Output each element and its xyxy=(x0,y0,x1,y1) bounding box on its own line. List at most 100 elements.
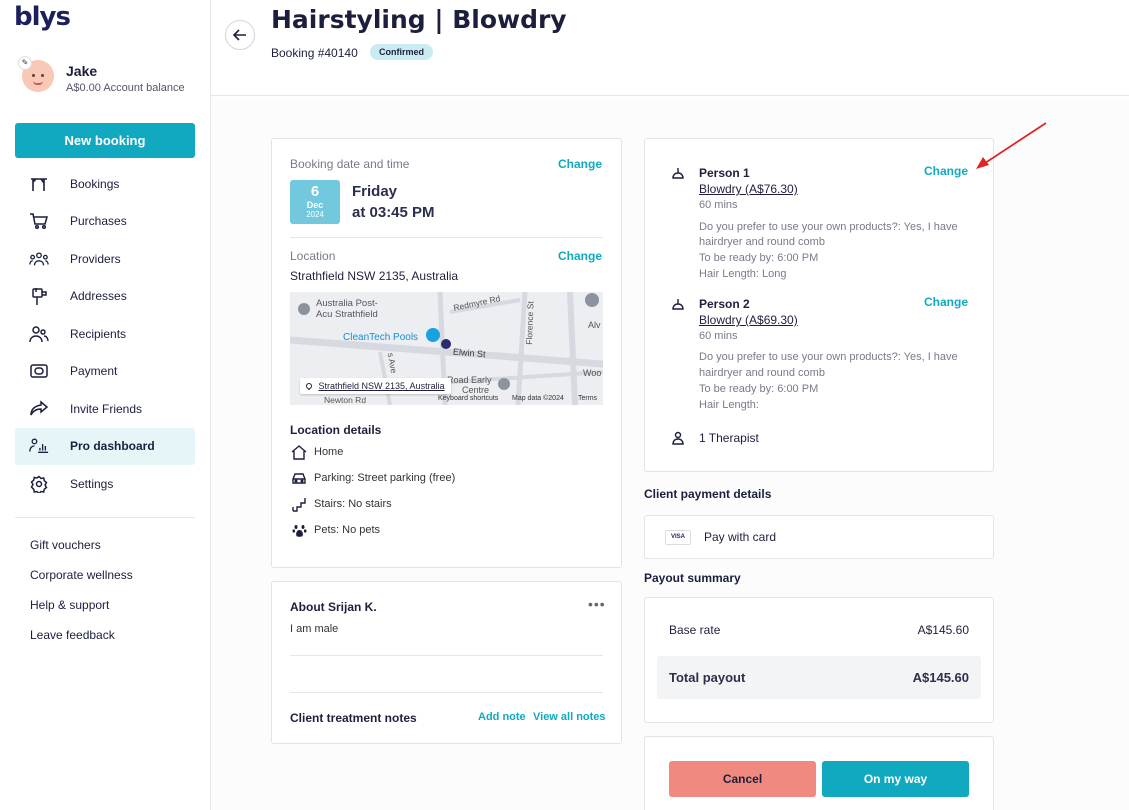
on-my-way-button[interactable]: On my way xyxy=(822,761,969,797)
map-label: Acu Strathfield xyxy=(316,309,378,320)
client-payment-title: Client payment details xyxy=(644,487,772,501)
sidebar-item-label: Bookings xyxy=(70,176,120,191)
card-divider xyxy=(290,692,603,693)
sidebar-item-purchases[interactable]: Purchases xyxy=(15,203,195,241)
sidebar-item-providers[interactable]: Providers xyxy=(15,240,195,278)
pencil-icon[interactable]: ✎ xyxy=(18,56,32,70)
view-all-notes-link[interactable]: View all notes xyxy=(533,711,606,723)
location-detail-text: Parking: Street parking (free) xyxy=(314,472,456,484)
total-payout-value: A$145.60 xyxy=(912,670,969,685)
sidebar-item-label: Payment xyxy=(70,364,118,379)
sidebar-item-pro-dashboard[interactable]: Pro dashboard xyxy=(15,427,195,465)
location-detail-text: Home xyxy=(314,446,344,458)
map-location-pill[interactable]: Strathfield NSW 2135, Australia xyxy=(300,378,451,394)
home-icon xyxy=(290,443,308,461)
person-1-duration: 60 mins xyxy=(699,199,738,211)
date-day: 6 xyxy=(310,183,320,200)
cart-icon xyxy=(29,211,49,231)
payment-method-text: Pay with card xyxy=(704,530,777,544)
card-divider xyxy=(290,237,603,238)
service-details-card: Person 1 Change Blowdry (A$76.30) 60 min… xyxy=(644,138,994,472)
sidebar-item-label: Providers xyxy=(70,251,121,266)
bookings-icon xyxy=(29,174,49,194)
about-client-card: About Srijan K. ••• I am male Client tre… xyxy=(271,581,622,744)
visa-card-icon: VISA xyxy=(665,530,691,545)
cancel-button[interactable]: Cancel xyxy=(669,761,816,797)
link-help-support[interactable]: Help & support xyxy=(30,598,133,628)
pro-dashboard-icon xyxy=(29,436,49,456)
annotation-arrow-icon xyxy=(976,122,1047,169)
location-map[interactable]: Australia Post- Acu Strathfield CleanTec… xyxy=(290,292,603,405)
sidebar-nav: Bookings Purchases Providers Addresses R… xyxy=(15,165,195,503)
about-title: About Srijan K. xyxy=(290,600,377,614)
card-divider xyxy=(290,655,603,656)
mailbox-icon xyxy=(29,286,49,306)
account-balance: A$0.00 Account balance xyxy=(66,82,185,94)
sidebar: blys ✎ Jake A$0.00 Account balance New b… xyxy=(0,0,211,810)
change-person-2-link[interactable]: Change xyxy=(924,295,968,309)
location-label: Location xyxy=(290,249,336,263)
profile[interactable]: ✎ Jake A$0.00 Account balance xyxy=(18,56,202,100)
map-label: Centre xyxy=(462,385,490,395)
gear-icon xyxy=(29,474,49,494)
about-text: I am male xyxy=(290,623,339,635)
person-1-name: Person 1 xyxy=(699,166,750,180)
person-2-hair-length: Hair Length: xyxy=(699,399,759,411)
therapist-icon xyxy=(671,431,685,445)
location-detail-home: Home xyxy=(290,443,343,461)
sidebar-links: Gift vouchers Corporate wellness Help & … xyxy=(30,538,133,658)
location-detail-stairs: Stairs: No stairs xyxy=(290,495,392,513)
date-calendar-badge: 6 Dec 2024 xyxy=(290,180,340,224)
recipients-icon xyxy=(29,324,49,344)
total-payout-label: Total payout xyxy=(669,670,746,685)
main-content: Booking date and time Change 6 Dec 2024 … xyxy=(211,97,1129,810)
car-icon xyxy=(290,469,308,487)
person-2-service[interactable]: Blowdry (A$69.30) xyxy=(699,313,798,327)
location-detail-text: Pets: No pets xyxy=(314,524,381,536)
link-corporate-wellness[interactable]: Corporate wellness xyxy=(30,568,133,598)
more-options-icon[interactable]: ••• xyxy=(588,596,606,612)
sidebar-item-label: Purchases xyxy=(70,214,127,229)
sidebar-item-bookings[interactable]: Bookings xyxy=(15,165,195,203)
link-gift-vouchers[interactable]: Gift vouchers xyxy=(30,538,133,568)
therapist-count: 1 Therapist xyxy=(699,431,759,445)
person-2-ready-by: To be ready by: 6:00 PM xyxy=(699,383,819,395)
payment-icon xyxy=(29,361,49,381)
sidebar-item-settings[interactable]: Settings xyxy=(15,465,195,503)
base-rate-label: Base rate xyxy=(669,623,721,637)
person-2-name: Person 2 xyxy=(699,297,750,311)
map-label: Florence St xyxy=(523,301,536,345)
location-detail-parking: Parking: Street parking (free) xyxy=(290,469,455,487)
map-label: Woo xyxy=(583,368,602,378)
sidebar-item-label: Invite Friends xyxy=(70,401,143,416)
booking-time: at 03:45 PM xyxy=(352,204,435,221)
change-location-link[interactable]: Change xyxy=(558,249,602,263)
sidebar-item-payment[interactable]: Payment xyxy=(15,353,195,391)
paw-icon xyxy=(290,521,308,539)
map-label: Australia Post- xyxy=(316,298,378,309)
add-note-link[interactable]: Add note xyxy=(478,711,526,723)
new-booking-button[interactable]: New booking xyxy=(15,123,195,158)
arrow-left-icon xyxy=(233,29,246,41)
change-date-link[interactable]: Change xyxy=(558,157,602,171)
change-person-1-link[interactable]: Change xyxy=(924,164,968,178)
person-1-service[interactable]: Blowdry (A$76.30) xyxy=(699,182,798,196)
sidebar-item-label: Pro dashboard xyxy=(70,439,155,454)
payment-method-card[interactable]: VISA Pay with card xyxy=(644,515,994,559)
link-leave-feedback[interactable]: Leave feedback xyxy=(30,628,133,658)
total-payout-row: Total payout A$145.60 xyxy=(657,656,981,699)
location-detail-pets: Pets: No pets xyxy=(290,521,380,539)
share-icon xyxy=(29,399,49,419)
page-title: Hairstyling | Blowdry xyxy=(271,5,567,34)
sidebar-item-invite-friends[interactable]: Invite Friends xyxy=(15,390,195,428)
location-address: Strathfield NSW 2135, Australia xyxy=(290,269,459,283)
blys-logo[interactable]: blys xyxy=(14,2,71,32)
map-keyboard-shortcuts[interactable]: Keyboard shortcuts xyxy=(438,395,498,402)
back-button[interactable] xyxy=(225,20,255,50)
map-terms-link[interactable]: Terms xyxy=(578,395,597,402)
location-detail-text: Stairs: No stairs xyxy=(314,498,392,510)
person-1-preference: Do you prefer to use your own products?:… xyxy=(699,221,958,233)
actions-card: Cancel On my way xyxy=(644,736,994,810)
sidebar-item-recipients[interactable]: Recipients xyxy=(15,315,195,353)
sidebar-item-addresses[interactable]: Addresses xyxy=(15,278,195,316)
